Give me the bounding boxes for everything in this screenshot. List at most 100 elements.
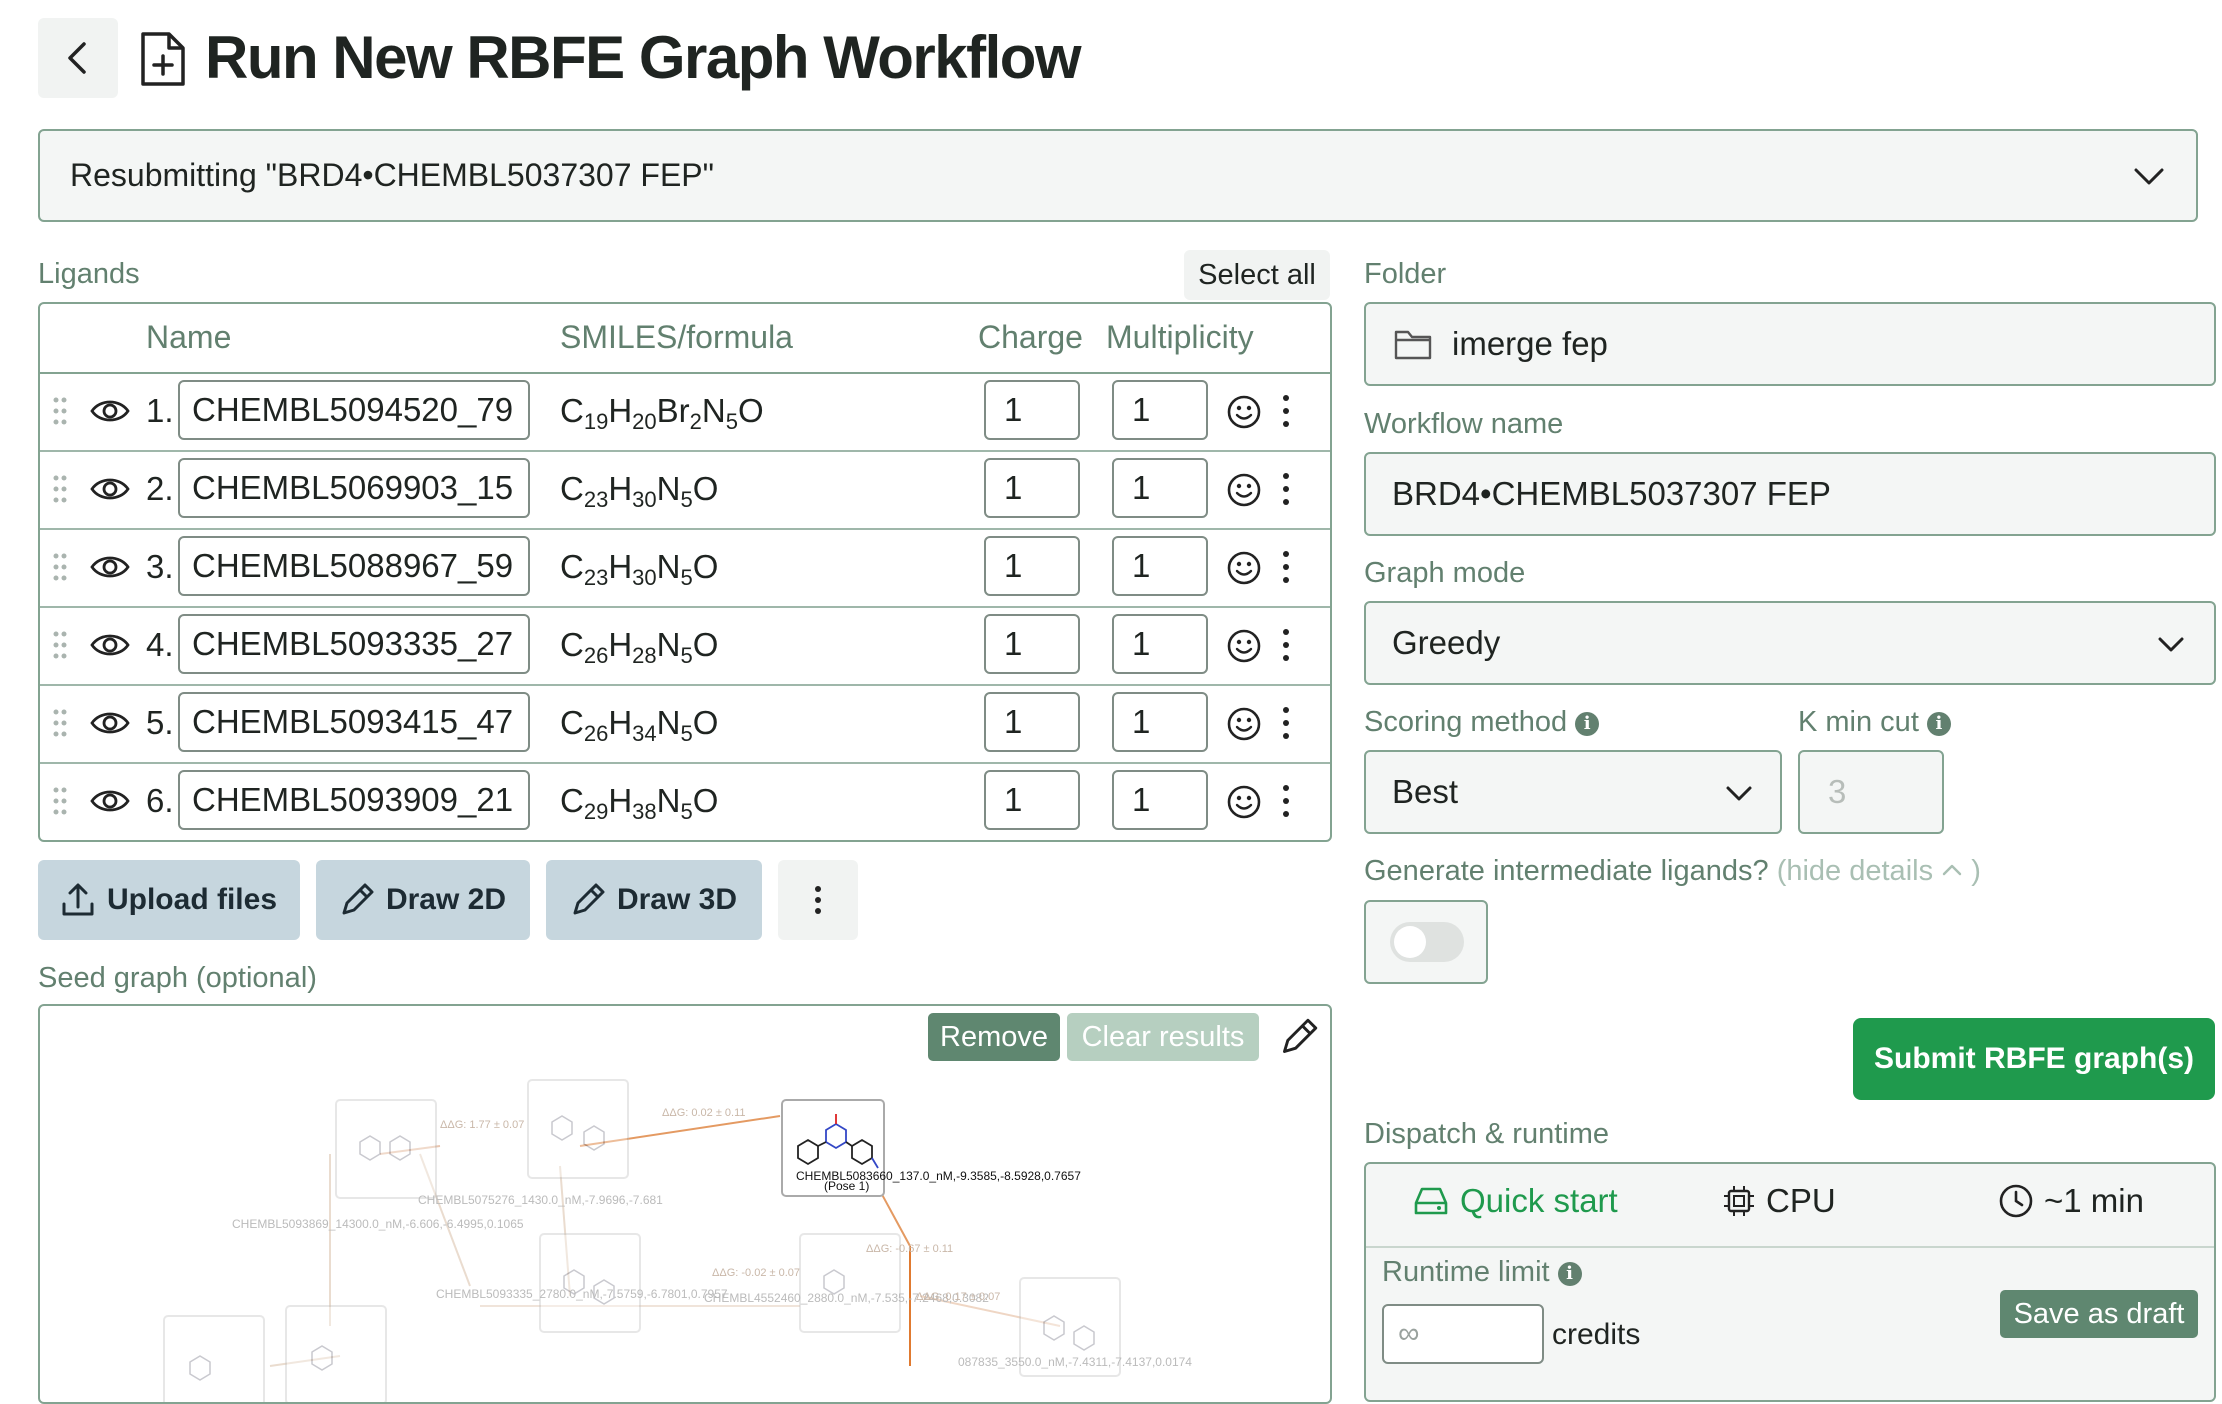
formula-count: 5	[680, 487, 693, 512]
graph-node-label: CHEMBL5093869_14300.0_nM,-6.606,-6.4995,…	[232, 1217, 524, 1231]
more-actions-button[interactable]	[778, 860, 858, 940]
scoring-method-select[interactable]: Best	[1364, 750, 1782, 834]
more-vertical-icon[interactable]	[1280, 470, 1292, 508]
ligand-name-input[interactable]: CHEMBL5069903_15	[178, 458, 530, 518]
scoring-label: Scoring method i	[1364, 706, 1600, 739]
drag-handle-icon[interactable]	[52, 396, 68, 426]
edit-pencil-icon[interactable]	[1280, 1018, 1318, 1056]
multiplicity-input[interactable]: 1	[1112, 692, 1208, 752]
more-vertical-icon[interactable]	[1280, 392, 1292, 430]
hide-details-link[interactable]: (hide details )	[1777, 855, 1981, 887]
eye-icon[interactable]	[90, 474, 130, 504]
charge-input[interactable]: 1	[984, 536, 1080, 596]
drag-handle-icon[interactable]	[52, 474, 68, 504]
draw-3d-label: Draw 3D	[616, 883, 738, 916]
multiplicity-input[interactable]: 1	[1112, 536, 1208, 596]
kmin-label-text: K min cut	[1798, 706, 1919, 738]
formula-count: 34	[632, 721, 657, 746]
back-button[interactable]	[38, 18, 118, 98]
cpu-option[interactable]: CPU	[1722, 1182, 1836, 1220]
folder-field[interactable]: imerge fep	[1364, 302, 2216, 386]
more-vertical-icon[interactable]	[1280, 782, 1292, 820]
ligand-name-input[interactable]: CHEMBL5093335_27	[178, 614, 530, 674]
drag-handle-icon[interactable]	[52, 552, 68, 582]
smiley-icon[interactable]	[1226, 394, 1262, 430]
resubmit-label: Resubmitting "BRD4•CHEMBL5037307 FEP"	[70, 157, 714, 193]
graph-mode-select[interactable]: Greedy	[1364, 601, 2216, 685]
ligand-index: 4.	[146, 626, 174, 663]
draw-2d-button[interactable]: Draw 2D	[316, 860, 530, 940]
intermediate-toggle[interactable]	[1364, 900, 1488, 984]
scoring-label-text: Scoring method	[1364, 706, 1568, 738]
info-icon[interactable]: i	[1575, 712, 1600, 736]
hard-drive-icon	[1414, 1187, 1448, 1215]
ligand-index: 3.	[146, 548, 174, 585]
more-vertical-icon[interactable]	[1280, 626, 1292, 664]
graph-node-label: CHEMBL5093335_2780.0_nM,-7.5759,-6.7801,…	[436, 1287, 728, 1301]
folder-label: Folder	[1364, 258, 1447, 290]
new-document-icon	[141, 32, 185, 86]
upload-files-button[interactable]: Upload files	[38, 860, 300, 940]
smiley-icon[interactable]	[1226, 550, 1262, 586]
submit-rbfe-button[interactable]: Submit RBFE graph(s)	[1853, 1018, 2215, 1100]
multiplicity-input[interactable]: 1	[1112, 614, 1208, 674]
eye-icon[interactable]	[90, 630, 130, 660]
select-all-button[interactable]: Select all	[1184, 250, 1330, 300]
formula-element: O	[692, 626, 719, 663]
charge-input[interactable]: 1	[984, 380, 1080, 440]
formula-element: O	[692, 548, 719, 585]
ligand-name-input[interactable]: CHEMBL5088967_59	[178, 536, 530, 596]
smiley-icon[interactable]	[1226, 784, 1262, 820]
smiley-icon[interactable]	[1226, 706, 1262, 742]
resubmit-dropdown[interactable]: Resubmitting "BRD4•CHEMBL5037307 FEP"	[38, 129, 2198, 222]
drag-handle-icon[interactable]	[52, 708, 68, 738]
more-vertical-icon[interactable]	[1280, 548, 1292, 586]
ligand-name-input[interactable]: CHEMBL5094520_79	[178, 380, 530, 440]
folder-value: imerge fep	[1452, 325, 1608, 362]
ligand-name-input[interactable]: CHEMBL5093415_47	[178, 692, 530, 752]
eye-icon[interactable]	[90, 396, 130, 426]
formula-element: Br	[656, 392, 690, 429]
ligand-formula: C23H30N5O	[560, 470, 718, 513]
ligand-formula: C29H38N5O	[560, 782, 718, 825]
draw-3d-button[interactable]: Draw 3D	[546, 860, 762, 940]
ligand-name-input[interactable]: CHEMBL5093909_21	[178, 770, 530, 830]
drag-handle-icon[interactable]	[52, 630, 68, 660]
kmin-value: 3	[1828, 773, 1847, 810]
draw-2d-label: Draw 2D	[385, 883, 507, 916]
multiplicity-input[interactable]: 1	[1112, 770, 1208, 830]
charge-input[interactable]: 1	[984, 458, 1080, 518]
formula-count: 20	[632, 409, 657, 434]
smiley-icon[interactable]	[1226, 472, 1262, 508]
multiplicity-input[interactable]: 1	[1112, 380, 1208, 440]
eye-icon[interactable]	[90, 708, 130, 738]
smiley-icon[interactable]	[1226, 628, 1262, 664]
graph-edge-label: ΔΔG: -0.67 ± 0.11	[866, 1243, 953, 1255]
multiplicity-input[interactable]: 1	[1112, 458, 1208, 518]
col-smiles: SMILES/formula	[560, 319, 793, 355]
formula-element: O	[692, 782, 719, 819]
formula-count: 5	[680, 799, 693, 824]
save-draft-button[interactable]: Save as draft	[2000, 1290, 2198, 1338]
runtime-limit-input[interactable]: ∞	[1382, 1304, 1544, 1364]
cpu-icon	[1724, 1186, 1754, 1216]
formula-element: N	[656, 548, 681, 585]
drag-handle-icon[interactable]	[52, 786, 68, 816]
workflow-name-input[interactable]: BRD4•CHEMBL5037307 FEP	[1364, 452, 2216, 536]
charge-input[interactable]: 1	[984, 770, 1080, 830]
workflow-name-label: Workflow name	[1364, 408, 1564, 440]
info-icon[interactable]: i	[1926, 712, 1951, 736]
ligand-row: 2. CHEMBL5069903_15 C23H30N5O 1 1	[40, 450, 1330, 530]
remove-graph-button[interactable]: Remove	[928, 1013, 1060, 1061]
more-vertical-icon[interactable]	[1280, 704, 1292, 742]
charge-input[interactable]: 1	[984, 614, 1080, 674]
seed-graph-canvas[interactable]: CHEMBL5083660_137.0_nM,-9.3585,-8.5928,0…	[38, 1004, 1332, 1404]
formula-count: 28	[632, 643, 657, 668]
eye-icon[interactable]	[90, 786, 130, 816]
eye-icon[interactable]	[90, 552, 130, 582]
formula-count: 5	[680, 721, 693, 746]
charge-input[interactable]: 1	[984, 692, 1080, 752]
formula-element: N	[656, 626, 681, 663]
quick-start-option[interactable]: Quick start	[1412, 1182, 1618, 1220]
info-icon[interactable]: i	[1557, 1262, 1582, 1286]
